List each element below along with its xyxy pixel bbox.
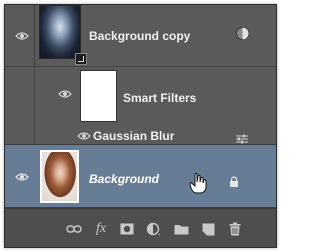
layer-thumbnail bbox=[40, 150, 79, 203]
new-group-icon[interactable] bbox=[173, 221, 189, 237]
layer-name[interactable]: Background bbox=[89, 172, 159, 186]
new-layer-icon[interactable] bbox=[200, 221, 216, 237]
lock-icon bbox=[229, 175, 239, 187]
eye-icon[interactable] bbox=[15, 31, 29, 41]
smart-filter-icon bbox=[235, 26, 250, 41]
layer-name[interactable]: Background copy bbox=[89, 29, 190, 43]
fx-icon[interactable]: fx bbox=[93, 221, 109, 237]
link-layers-icon[interactable] bbox=[66, 221, 82, 237]
layer-thumbnail bbox=[39, 5, 81, 59]
smart-filter-mask-thumbnail[interactable] bbox=[80, 70, 117, 122]
layer-name[interactable]: Smart Filters bbox=[123, 91, 196, 105]
layers-panel: Background copy Smart Filters Gaussian B… bbox=[4, 4, 277, 248]
filter-name[interactable]: Gaussian Blur bbox=[93, 129, 174, 143]
eye-icon[interactable] bbox=[77, 131, 91, 141]
adjustment-layer-icon[interactable] bbox=[146, 221, 162, 237]
eye-icon[interactable] bbox=[15, 172, 29, 182]
add-mask-icon[interactable] bbox=[119, 221, 135, 237]
delete-layer-icon[interactable] bbox=[227, 221, 243, 237]
layers-toolbar: fx bbox=[5, 208, 276, 247]
layer-row-background-copy[interactable]: Background copy bbox=[5, 5, 276, 67]
eye-icon[interactable] bbox=[58, 89, 72, 99]
smart-object-badge-icon bbox=[75, 53, 87, 65]
hand-cursor-icon bbox=[189, 172, 207, 194]
blending-options-icon[interactable] bbox=[235, 131, 249, 144]
